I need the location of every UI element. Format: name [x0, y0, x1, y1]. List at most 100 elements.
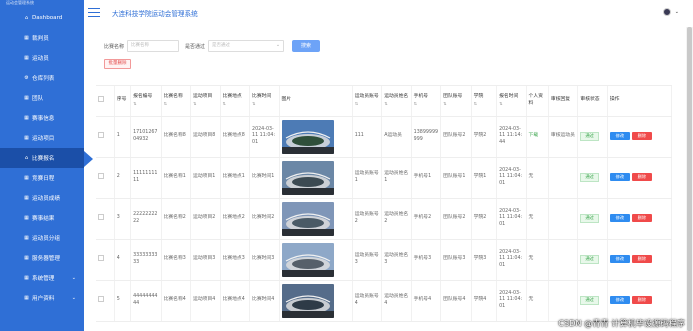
vertical-scrollbar[interactable]: [686, 27, 693, 331]
row-checkbox[interactable]: [98, 254, 104, 261]
cell-no: 4: [114, 239, 132, 281]
sidebar-item[interactable]: ▦ 系统管理 ⌄: [0, 268, 84, 288]
row-checkbox[interactable]: [98, 213, 104, 220]
column-header[interactable]: 审核回复: [548, 86, 579, 117]
column-header[interactable]: 报名编号 ⇅: [130, 86, 162, 117]
sort-icon[interactable]: ⇅: [474, 101, 494, 108]
cell-project: 运动项目3: [190, 239, 221, 281]
cell-team-acc: 团队账号4: [440, 280, 472, 322]
row-checkbox[interactable]: [98, 172, 104, 179]
edit-button[interactable]: 修改: [609, 132, 630, 141]
sidebar-item[interactable]: ▦ 运动员分组: [0, 228, 84, 248]
sort-icon[interactable]: ⇅: [193, 101, 217, 108]
sidebar-item[interactable]: ▦ 运动员成绩: [0, 188, 84, 208]
image-cell: [279, 239, 353, 281]
sort-icon[interactable]: ⇅: [252, 101, 276, 108]
cell-reg-no: 1111111111: [130, 157, 162, 199]
gear-icon: ⚙: [24, 74, 29, 81]
sort-icon[interactable]: ⇅: [223, 101, 247, 108]
column-header[interactable]: 图片: [279, 86, 353, 117]
column-header[interactable]: 比赛时间 ⇅: [249, 86, 280, 117]
sort-icon[interactable]: ⇅: [443, 101, 469, 108]
cell-athlete-acc: 运动员账号3: [352, 239, 383, 281]
sort-icon[interactable]: ⇅: [164, 101, 188, 108]
sidebar-item[interactable]: ▦ 运动项目: [0, 128, 84, 148]
grid-icon: ▦: [24, 254, 29, 261]
delete-button[interactable]: 删除: [631, 214, 652, 223]
sidebar-item[interactable]: ▦ 竞赛日程: [0, 168, 84, 188]
edit-button[interactable]: 修改: [609, 214, 630, 223]
grid-icon: ▦: [24, 294, 29, 301]
cell-project: 运动项目2: [190, 198, 221, 240]
delete-button[interactable]: 删除: [631, 132, 652, 141]
cell-athlete-name: 运动员姓名1: [381, 157, 412, 199]
column-header-label: 运动员账号: [354, 94, 379, 100]
download-link[interactable]: 下载: [529, 133, 539, 138]
sidebar-item[interactable]: ▦ 赛事信息: [0, 108, 84, 128]
batch-delete-button[interactable]: 批量删除: [104, 59, 131, 69]
column-header[interactable]: 运动员账号 ⇅: [352, 86, 383, 117]
edit-button[interactable]: 修改: [609, 296, 630, 305]
select-all-checkbox[interactable]: [98, 95, 104, 102]
edit-button[interactable]: 修改: [609, 173, 630, 182]
sort-icon[interactable]: ⇅: [414, 101, 438, 108]
status-cell: 通过: [577, 198, 608, 240]
column-header[interactable]: 报名时间 ⇅: [496, 86, 527, 117]
column-header[interactable]: 学院 ⇅: [471, 86, 498, 117]
table-row[interactable]: 3 2222222222 比赛名称2 运动项目2 比赛地点2 比赛时间2 运动员账号2 运动员…: [96, 198, 672, 240]
row-checkbox[interactable]: [98, 295, 104, 302]
sidebar-item[interactable]: ▦ 赛事结果: [0, 208, 84, 228]
table-row[interactable]: 1 1710126704932 比赛名称8 运动项目8 比赛地点8 2024-03-11 …: [96, 116, 672, 158]
profile-cell: 无: [526, 280, 549, 322]
delete-button[interactable]: 删除: [631, 296, 652, 305]
column-header[interactable]: 序号: [114, 86, 132, 117]
column-header[interactable]: 比赛名称 ⇅: [161, 86, 192, 117]
sidebar: 运动会管理系统 ⌂ Dashboard ▦ 裁判员 ▦ 运动员 ⚙ 仓库列表 ▦ 团队 ▦ 赛事信息 ▦…: [0, 0, 84, 331]
column-header[interactable]: 操作: [607, 86, 672, 117]
sidebar-item[interactable]: ▦ 用户资料 ⌄: [0, 288, 84, 308]
sort-icon[interactable]: ⇅: [355, 101, 379, 108]
search-button[interactable]: 搜索: [292, 40, 321, 52]
match-name-input[interactable]: 比赛名称: [127, 40, 180, 52]
sidebar-item-label: 赛事结果: [32, 216, 55, 222]
chevron-down-icon: ⌄: [71, 295, 76, 301]
table-row[interactable]: 2 1111111111 比赛名称1 运动项目1 比赛地点1 比赛时间1 运动员账号1 运动员…: [96, 157, 672, 199]
column-header[interactable]: 比赛地点 ⇅: [220, 86, 251, 117]
sort-icon[interactable]: ⇅: [133, 101, 159, 108]
sidebar-top-label: 运动会管理系统: [6, 0, 34, 5]
sort-icon[interactable]: ⇅: [384, 101, 408, 108]
sidebar-item[interactable]: ▦ 团队: [0, 88, 84, 108]
grid-icon: ▦: [24, 134, 29, 141]
column-header[interactable]: 运动员姓名 ⇅: [381, 86, 412, 117]
chevron-down-icon[interactable]: ⌄: [675, 9, 679, 15]
sidebar-item[interactable]: ⌂ Dashboard: [0, 8, 84, 28]
sidebar-item[interactable]: ⚙ 仓库列表: [0, 68, 84, 88]
table-row[interactable]: 5 4444444444 比赛名称4 运动项目4 比赛地点4 比赛时间4 运动员账号4 运动员…: [96, 280, 672, 322]
cell-reply: [548, 239, 579, 281]
sidebar-item[interactable]: ▦ 运动员: [0, 48, 84, 68]
table-row[interactable]: 4 3333333333 比赛名称3 运动项目3 比赛地点3 比赛时间3 运动员账号3 运动员…: [96, 239, 672, 281]
sidebar-item[interactable]: ▦ 服务器管理: [0, 248, 84, 268]
column-header-label: 个人资料: [528, 94, 543, 106]
column-header[interactable]: 团队账号 ⇅: [440, 86, 472, 117]
scrollbar-thumb[interactable]: [687, 27, 692, 331]
cell-phone: 手机号3: [411, 239, 442, 281]
cell-place: 比赛地点3: [220, 239, 251, 281]
cell-project: 运动项目8: [190, 116, 221, 158]
sidebar-item[interactable]: ⌂ 比赛报名: [0, 148, 84, 168]
edit-button[interactable]: 修改: [609, 255, 630, 264]
menu-toggle-icon[interactable]: [88, 7, 100, 18]
column-header[interactable]: 个人资料: [526, 86, 549, 117]
home-icon: ⌂: [24, 154, 29, 161]
row-checkbox[interactable]: [98, 131, 104, 138]
sidebar-item-label: 竞赛日程: [32, 176, 55, 182]
sidebar-item[interactable]: ▦ 裁判员: [0, 28, 84, 48]
delete-button[interactable]: 删除: [631, 255, 652, 264]
avatar[interactable]: [663, 8, 671, 16]
column-header[interactable]: 审核状态: [577, 86, 608, 117]
column-header[interactable]: 运动项目 ⇅: [190, 86, 221, 117]
sort-icon[interactable]: ⇅: [499, 101, 523, 108]
delete-button[interactable]: 删除: [631, 173, 652, 182]
column-header[interactable]: 手机号 ⇅: [411, 86, 442, 117]
approved-select[interactable]: 是否通过: [208, 40, 285, 52]
